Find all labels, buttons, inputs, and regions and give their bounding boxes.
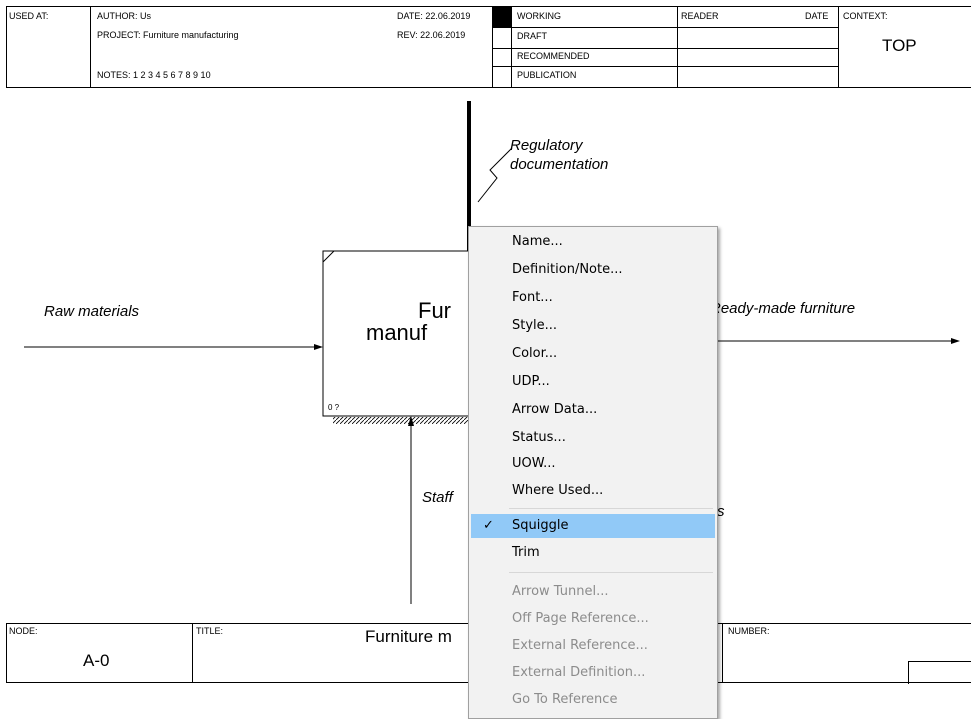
project-field: PROJECT: Furniture manufacturing — [97, 30, 239, 40]
activity-box-node-ref: 0 ? — [328, 403, 340, 412]
menu-item-label: Arrow Tunnel... — [512, 584, 609, 599]
working-status-marker — [493, 7, 511, 27]
menu-item-arrow-data[interactable]: Arrow Data... — [471, 398, 715, 422]
context-label: CONTEXT: — [843, 11, 888, 21]
input-arrow-label[interactable]: Raw materials — [44, 303, 139, 320]
control-squiggle — [477, 147, 513, 203]
footer-corner-box — [908, 661, 971, 684]
status-recommended: RECOMMENDED — [517, 51, 590, 61]
number-label: NUMBER: — [728, 626, 770, 636]
reader-date-label: DATE — [805, 11, 829, 21]
menu-item-off-page-reference[interactable]: Off Page Reference... — [471, 607, 715, 631]
menu-item-definition-note[interactable]: Definition/Note... — [471, 258, 715, 282]
context-value: TOP — [882, 36, 917, 55]
menu-item-name[interactable]: Name... — [471, 230, 715, 254]
menu-item-font[interactable]: Font... — [471, 286, 715, 310]
menu-item-udp[interactable]: UDP... — [471, 370, 715, 394]
reader-label: READER — [681, 11, 719, 21]
status-publication: PUBLICATION — [517, 70, 577, 80]
menu-item-label: UDP... — [512, 374, 550, 389]
menu-item-label: Font... — [512, 290, 553, 305]
menu-item-label: Where Used... — [512, 483, 604, 498]
menu-item-style[interactable]: Style... — [471, 314, 715, 338]
menu-item-external-definition[interactable]: External Definition... — [471, 661, 715, 685]
menu-item-label: Go To Reference — [512, 692, 618, 707]
activity-box-title-line2: manuf — [366, 320, 428, 345]
menu-item-label: Name... — [512, 234, 563, 249]
node-label: NODE: — [9, 626, 38, 636]
menu-item-trim[interactable]: Trim — [471, 541, 715, 565]
menu-item-arrow-tunnel[interactable]: Arrow Tunnel... — [471, 580, 715, 604]
menu-separator — [509, 572, 713, 573]
arrow-context-menu: Name... Definition/Note... Font... Style… — [468, 226, 718, 719]
menu-item-label: External Reference... — [512, 638, 648, 653]
menu-item-label: Color... — [512, 346, 558, 361]
control-arrow-label[interactable]: Regulatory documentation — [510, 136, 608, 174]
menu-item-color[interactable]: Color... — [471, 342, 715, 366]
title-value: Furniture m — [365, 627, 452, 646]
menu-item-label: Squiggle — [512, 518, 569, 533]
status-working: WORKING — [517, 11, 561, 21]
rev-field: REV: 22.06.2019 — [397, 30, 466, 40]
menu-item-label: UOW... — [512, 456, 556, 471]
node-value: A-0 — [83, 651, 110, 670]
menu-separator — [509, 508, 713, 509]
notes-field: NOTES: 1 2 3 4 5 6 7 8 9 10 — [97, 70, 211, 80]
idef0-header-frame: USED AT: AUTHOR: Us PROJECT: Furniture m… — [0, 0, 971, 88]
date-field: DATE: 22.06.2019 — [397, 11, 471, 21]
checkmark-icon: ✓ — [483, 518, 494, 533]
box-hatch — [333, 417, 483, 424]
menu-item-squiggle[interactable]: ✓ Squiggle — [471, 514, 715, 538]
author-field: AUTHOR: Us — [97, 11, 151, 21]
output-arrow-label[interactable]: Ready-made furniture — [710, 300, 855, 317]
menu-item-label: Off Page Reference... — [512, 611, 649, 626]
menu-item-where-used[interactable]: Where Used... — [471, 479, 715, 503]
mechanism-arrow-label[interactable]: Staff — [422, 489, 453, 506]
menu-item-label: Trim — [512, 545, 540, 560]
menu-item-uow[interactable]: UOW... — [471, 452, 715, 476]
menu-item-label: Style... — [512, 318, 558, 333]
menu-item-label: External Definition... — [512, 665, 646, 680]
menu-item-label: Status... — [512, 430, 566, 445]
menu-item-label: Definition/Note... — [512, 262, 623, 277]
menu-item-external-reference[interactable]: External Reference... — [471, 634, 715, 658]
menu-item-status[interactable]: Status... — [471, 426, 715, 450]
status-draft: DRAFT — [517, 31, 547, 41]
menu-item-label: Arrow Data... — [512, 402, 598, 417]
title-label: TITLE: — [196, 626, 224, 636]
partial-arrow-label[interactable]: s — [717, 503, 725, 520]
menu-item-go-to-reference[interactable]: Go To Reference — [471, 688, 715, 712]
used-at-label: USED AT: — [9, 11, 49, 21]
